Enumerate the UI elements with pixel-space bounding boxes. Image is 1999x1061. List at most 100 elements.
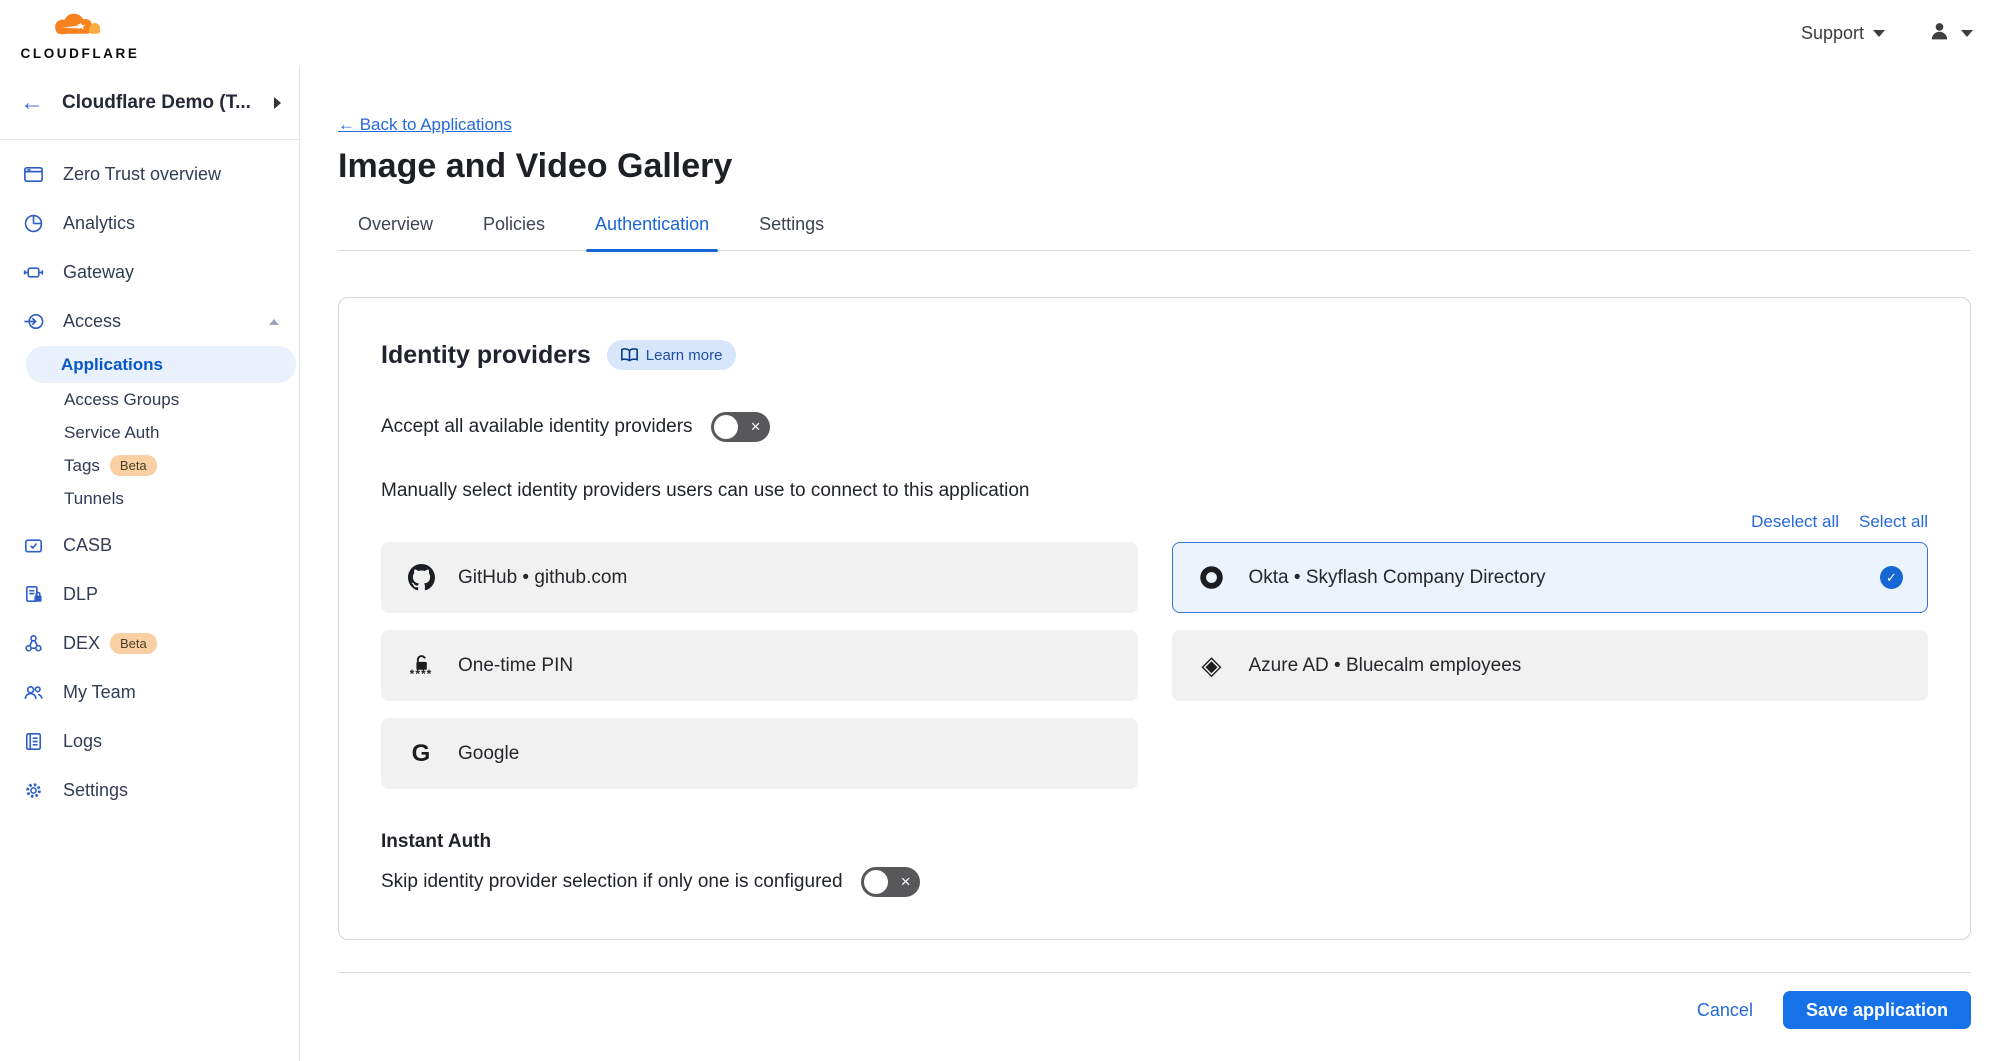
sidebar-nav: Zero Trust overview Analytics Gateway (0, 140, 299, 815)
cloudflare-logo[interactable]: CLOUDFLARE (14, 6, 146, 61)
sidebar-item-label: CASB (63, 535, 269, 556)
back-to-applications-link[interactable]: ← Back to Applications (338, 115, 512, 135)
sidebar-item-casb[interactable]: CASB (0, 521, 299, 570)
github-icon (406, 564, 436, 591)
sidebar-item-label: Access (63, 311, 269, 332)
sidebar-item-label: Analytics (63, 213, 269, 234)
sidebar-item-label: DLP (63, 584, 269, 605)
save-application-button[interactable]: Save application (1783, 991, 1971, 1029)
sidebar-item-label: Service Auth (64, 423, 159, 443)
chevron-down-icon (1961, 30, 1973, 37)
sidebar-item-applications[interactable]: Applications (26, 346, 296, 383)
provider-label: Okta • Skyflash Company Directory (1249, 567, 1859, 589)
box-check-icon (22, 534, 45, 557)
instant-auth-toggle[interactable]: × (861, 867, 920, 897)
page-title: Image and Video Gallery (338, 147, 1971, 186)
sidebar-item-access[interactable]: Access (0, 297, 299, 346)
main-content: ← Back to Applications Image and Video G… (300, 67, 1999, 1061)
one-time-pin-icon: **** (406, 655, 436, 677)
provider-label: One-time PIN (458, 655, 1113, 677)
support-menu[interactable]: Support (1801, 23, 1885, 44)
instant-auth-label: Skip identity provider selection if only… (381, 871, 843, 893)
pin-stars: **** (410, 672, 433, 677)
topbar: CLOUDFLARE Support (0, 0, 1999, 67)
provider-card-one-time-pin[interactable]: **** One-time PIN (381, 630, 1138, 701)
sidebar-item-logs[interactable]: Logs (0, 717, 299, 766)
sidebar-item-dex[interactable]: DEX Beta (0, 619, 299, 668)
browser-window-icon (22, 163, 45, 186)
people-icon (22, 681, 45, 704)
sidebar-item-access-groups[interactable]: Access Groups (0, 383, 299, 416)
deselect-all-link[interactable]: Deselect all (1751, 512, 1839, 532)
provider-grid: GitHub • github.com Okta • Skyflash Comp… (381, 542, 1928, 789)
sidebar-item-tags[interactable]: Tags Beta (0, 449, 299, 482)
sidebar-item-my-team[interactable]: My Team (0, 668, 299, 717)
footer-actions: Cancel Save application (338, 991, 1971, 1029)
support-label: Support (1801, 23, 1864, 44)
azure-ad-icon: ◈ (1197, 653, 1227, 679)
sidebar-item-service-auth[interactable]: Service Auth (0, 416, 299, 449)
user-icon (1927, 19, 1952, 49)
sidebar-item-label: Access Groups (64, 390, 179, 410)
toggle-knob (714, 415, 738, 439)
sidebar-item-label: My Team (63, 682, 269, 703)
sidebar-item-label: Applications (61, 355, 163, 375)
pie-chart-icon (22, 212, 45, 235)
manual-select-text: Manually select identity providers users… (381, 480, 1928, 502)
provider-card-azure-ad[interactable]: ◈ Azure AD • Bluecalm employees (1172, 630, 1929, 701)
provider-label: GitHub • github.com (458, 567, 1113, 589)
toggle-knob (864, 870, 888, 894)
account-header: ← Cloudflare Demo (T... (0, 67, 299, 140)
accept-all-label: Accept all available identity providers (381, 416, 693, 438)
sidebar-item-tunnels[interactable]: Tunnels (0, 482, 299, 515)
access-arrow-icon (22, 310, 45, 333)
back-arrow-icon[interactable]: ← (20, 91, 44, 115)
log-document-icon (22, 730, 45, 753)
sidebar-item-label: Zero Trust overview (63, 164, 279, 185)
tab-overview[interactable]: Overview (356, 206, 435, 250)
provider-label: Google (458, 743, 1113, 765)
tab-bar: Overview Policies Authentication Setting… (338, 206, 1971, 251)
chevron-right-icon[interactable] (274, 97, 281, 109)
account-name[interactable]: Cloudflare Demo (T... (62, 92, 274, 114)
learn-more-badge[interactable]: Learn more (607, 340, 737, 370)
tab-settings[interactable]: Settings (757, 206, 826, 250)
network-cluster-icon (22, 632, 45, 655)
sidebar-item-settings[interactable]: Settings (0, 766, 299, 815)
provider-label: Azure AD • Bluecalm employees (1249, 655, 1904, 677)
tab-authentication[interactable]: Authentication (593, 206, 711, 250)
provider-card-okta[interactable]: Okta • Skyflash Company Directory ✓ (1172, 542, 1929, 613)
sidebar-item-gateway[interactable]: Gateway (0, 248, 299, 297)
sidebar-item-label: Settings (63, 780, 279, 801)
gear-icon (22, 779, 45, 802)
chevron-up-icon (269, 319, 279, 325)
user-menu[interactable] (1927, 19, 1973, 49)
sidebar: ← Cloudflare Demo (T... Zero Trust overv… (0, 67, 300, 1061)
provider-card-github[interactable]: GitHub • github.com (381, 542, 1138, 613)
sidebar-item-label: Tags (64, 456, 100, 476)
provider-card-google[interactable]: G Google (381, 718, 1138, 789)
access-sub-menu: Applications Access Groups Service Auth … (0, 346, 299, 515)
selected-check-icon: ✓ (1880, 566, 1903, 589)
book-icon (621, 348, 638, 362)
learn-more-label: Learn more (646, 347, 723, 364)
beta-badge: Beta (110, 633, 157, 654)
select-all-link[interactable]: Select all (1859, 512, 1928, 532)
gateway-icon (22, 261, 45, 284)
cancel-button[interactable]: Cancel (1697, 1000, 1753, 1021)
tab-policies[interactable]: Policies (481, 206, 547, 250)
sidebar-item-analytics[interactable]: Analytics (0, 199, 299, 248)
sidebar-item-zero-trust-overview[interactable]: Zero Trust overview (0, 150, 299, 199)
accept-all-toggle[interactable]: × (711, 412, 770, 442)
sidebar-item-label: Tunnels (64, 489, 124, 509)
sidebar-item-label: DEX (63, 633, 100, 654)
sidebar-item-dlp[interactable]: DLP (0, 570, 299, 619)
document-lock-icon (22, 583, 45, 606)
instant-auth-heading: Instant Auth (381, 831, 1928, 853)
beta-badge: Beta (110, 455, 157, 476)
card-title: Identity providers (381, 341, 591, 370)
identity-providers-card: Identity providers Learn more Accept all… (338, 297, 1971, 940)
toggle-off-icon: × (751, 418, 761, 435)
google-icon: G (406, 742, 436, 766)
footer-divider (338, 972, 1971, 973)
